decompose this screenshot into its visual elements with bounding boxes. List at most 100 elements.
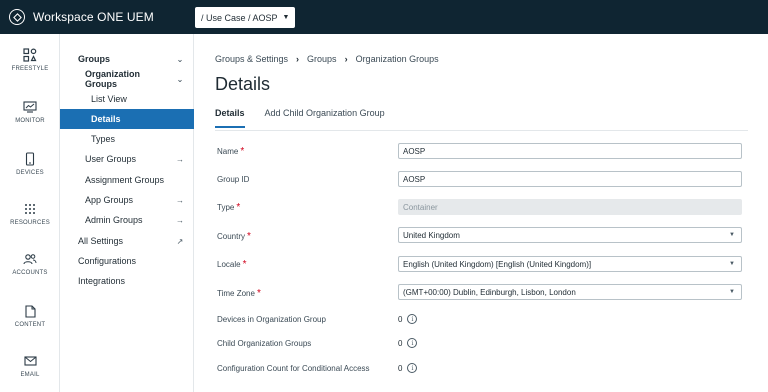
tab-details[interactable]: Details [215,106,245,128]
chevron-down-icon: ⌄ [176,74,184,84]
rail-item-email[interactable]: EMAIL [0,354,60,378]
devices-label: Devices in Organization Group [217,315,326,324]
chevron-down-icon: ▼ [729,261,735,267]
name-label: Name * [217,146,244,157]
chevron-right-icon: › [296,54,300,64]
nav-label: User Groups [85,154,137,164]
email-icon [22,354,38,368]
name-field[interactable]: AOSP [398,143,742,159]
rail-label: ACCOUNTS [12,270,48,276]
country-select[interactable]: United Kingdom ▼ [398,227,742,243]
rail-item-content[interactable]: CONTENT [0,304,60,328]
nav-label: Assignment Groups [85,175,165,185]
nav-app-groups[interactable]: App Groups → [60,190,194,210]
group-id-value: AOSP [403,174,426,184]
primary-nav-rail: FREESTYLE MONITOR DEVICES RESOURCES ACCO… [0,34,60,392]
required-marker: * [247,231,251,242]
tab-add-child-organization-group[interactable]: Add Child Organization Group [265,106,385,128]
rail-item-resources[interactable]: RESOURCES [0,202,60,226]
country-value: United Kingdom [403,230,460,240]
rail-item-accounts[interactable]: ACCOUNTS [0,252,60,276]
content-icon [22,304,38,318]
chevron-right-icon: › [344,54,348,64]
chevron-down-icon: ▼ [729,232,735,238]
external-link-icon: ↗ [176,236,184,246]
rail-label: EMAIL [20,372,40,378]
config-count-value: 0 [398,363,403,373]
nav-label: Details [91,114,121,124]
type-value: Container [403,202,438,212]
nav-label: List View [91,94,127,104]
workspace-one-logo-icon [9,9,25,25]
locale-value: English (United Kingdom) [English (Unite… [403,259,592,269]
child-groups-value: 0 [398,338,403,348]
nav-assignment-groups[interactable]: Assignment Groups [60,170,194,190]
required-marker: * [236,202,241,213]
config-count-value-row: 0i [398,363,418,373]
required-marker: * [240,146,245,157]
name-value: AOSP [403,146,426,156]
nav-label: Admin Groups [85,215,143,225]
time-zone-label: Time Zone * [217,288,261,299]
time-zone-label-text: Time Zone [217,289,255,298]
app-title: Workspace ONE UEM [33,10,154,24]
rail-item-freestyle[interactable]: FREESTYLE [0,48,60,72]
nav-all-settings[interactable]: All Settings ↗ [60,231,194,251]
breadcrumb-item[interactable]: Organization Groups [356,54,439,64]
nav-details[interactable]: Details [60,109,194,129]
breadcrumb: Groups & Settings › Groups › Organizatio… [215,54,439,64]
arrow-right-icon: → [176,195,184,205]
organization-group-selector[interactable]: / Use Case / AOSP ▼ [195,7,296,28]
tab-divider [215,130,748,131]
devices-icon [22,152,38,166]
info-icon[interactable]: i [407,363,418,373]
nav-label: App Groups [85,195,134,205]
monitor-icon [22,100,38,114]
rail-label: CONTENT [14,322,46,328]
arrow-right-icon: → [176,154,184,164]
breadcrumb-item[interactable]: Groups & Settings [215,54,288,64]
type-label-text: Type [217,203,235,212]
locale-select[interactable]: English (United Kingdom) [English (Unite… [398,256,742,272]
nav-admin-groups[interactable]: Admin Groups → [60,210,194,230]
rail-label: MONITOR [15,118,45,124]
nav-groups[interactable]: Groups ⌄ [60,49,194,69]
rail-item-devices[interactable]: DEVICES [0,152,60,176]
rail-label: FREESTYLE [11,66,49,72]
rail-label: RESOURCES [10,220,50,226]
scope-label: / Use Case / AOSP [201,12,278,23]
groups-settings-nav: Groups ⌄ Organization Groups ⌄ List View… [60,34,194,392]
locale-label: Locale * [217,259,246,270]
nav-label: Organization Groups [85,69,141,89]
config-count-label: Configuration Count for Conditional Acce… [217,364,370,373]
nav-label: Integrations [78,276,126,286]
nav-user-groups[interactable]: User Groups → [60,149,194,169]
info-icon[interactable]: i [407,314,418,324]
nav-configurations[interactable]: Configurations [60,251,194,271]
nav-integrations[interactable]: Integrations [60,271,194,291]
info-icon[interactable]: i [407,338,418,348]
required-marker: * [256,288,261,299]
main-content: Groups & Settings › Groups › Organizatio… [195,34,768,392]
brand[interactable]: Workspace ONE UEM [0,9,190,25]
group-id-field[interactable]: AOSP [398,171,742,187]
time-zone-value: (GMT+00:00) Dublin, Edinburgh, Lisbon, L… [403,287,576,297]
time-zone-select[interactable]: (GMT+00:00) Dublin, Edinburgh, Lisbon, L… [398,284,742,300]
name-label-text: Name [217,147,239,156]
nav-label: Types [91,134,116,144]
required-marker: * [242,259,247,270]
type-field: Container [398,199,742,215]
chevron-down-icon: ▼ [282,14,290,21]
nav-list-view[interactable]: List View [60,89,194,109]
resources-icon [22,202,38,216]
freestyle-icon [22,48,38,62]
breadcrumb-item[interactable]: Groups [307,54,337,64]
nav-label: Groups [78,54,111,64]
nav-types[interactable]: Types [60,129,194,149]
nav-organization-groups[interactable]: Organization Groups ⌄ [60,69,194,89]
rail-item-monitor[interactable]: MONITOR [0,100,60,124]
arrow-right-icon: → [176,215,184,225]
rail-label: DEVICES [16,170,44,176]
locale-label-text: Locale [217,260,241,269]
child-groups-label: Child Organization Groups [217,339,312,348]
